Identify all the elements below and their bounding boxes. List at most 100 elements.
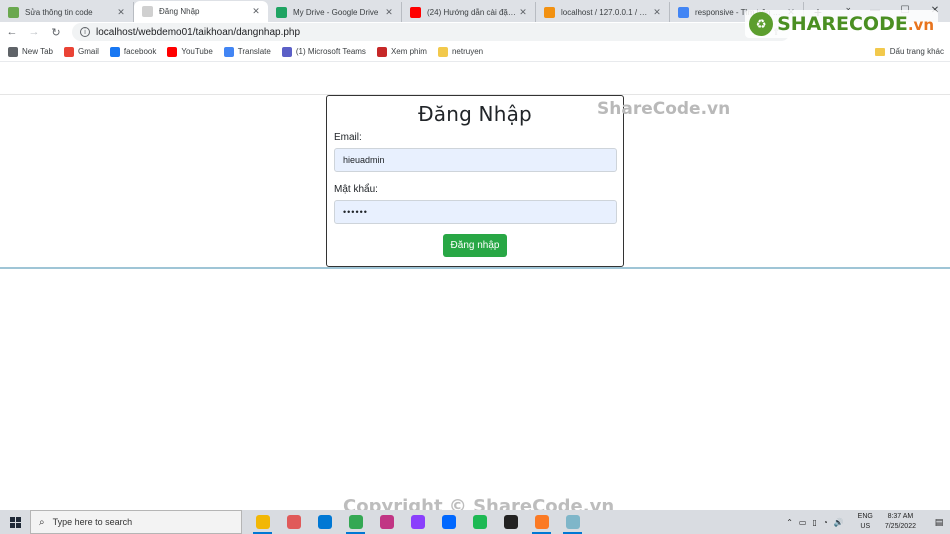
url-text: localhost/webdemo01/taikhoan/dangnhap.ph… [96, 26, 301, 38]
other-bookmarks[interactable]: Dấu trang khác [874, 47, 944, 56]
bookmark-item[interactable]: Translate [223, 46, 271, 57]
address-bar[interactable]: i localhost/webdemo01/taikhoan/dangnhap.… [72, 23, 790, 41]
login-form: Đăng Nhập Email: hieuadmin Mật khẩu: •••… [326, 95, 624, 267]
logo-text: SHARECODE.vn [777, 13, 934, 35]
bookmark-item[interactable]: YouTube [167, 46, 213, 57]
bookmark-label: netruyen [451, 47, 484, 56]
language-indicator[interactable]: ENG US [858, 512, 873, 532]
forward-button[interactable]: → [24, 22, 44, 42]
system-tray: ⌃▭▯◔🔊 ENG US 8:37 AM 7/25/2022 ▤ [786, 510, 950, 534]
taskbar-apps [247, 510, 588, 534]
taskbar-app[interactable] [247, 510, 278, 534]
taskbar-app[interactable] [309, 510, 340, 534]
teams-icon [281, 46, 292, 57]
snipping-tool-icon [286, 515, 301, 529]
tab-title: My Drive - Google Drive [293, 7, 379, 17]
sticky-notes-icon [503, 515, 518, 529]
taskbar-app[interactable] [402, 510, 433, 534]
bookmark-item[interactable]: (1) Microsoft Teams [281, 46, 366, 57]
google-icon [678, 6, 689, 18]
youtube-icon [410, 6, 421, 18]
tab-title: localhost / 127.0.0.1 / nhak [561, 7, 651, 17]
clock[interactable]: 8:37 AM 7/25/2022 [885, 512, 916, 532]
password-value: •••••• [343, 207, 368, 217]
notification-icon[interactable]: ▤ [928, 517, 950, 528]
email-label: Email: [334, 132, 362, 143]
tab-list: Sửa thông tin code ✕ Đăng Nhập ✕ My Drive - … [0, 1, 804, 22]
close-icon[interactable]: ✕ [250, 6, 262, 17]
close-icon[interactable]: ✕ [651, 7, 663, 18]
tray-icons[interactable]: ⌃▭▯◔🔊 [786, 518, 849, 527]
tab-title: (24) Hướng dẫn cài đặt full [427, 7, 517, 17]
bookmark-label: Translate [237, 47, 271, 56]
taskbar-app[interactable] [495, 510, 526, 534]
bookmark-list: New Tab Gmail facebook YouTube Translate (1) … [8, 46, 494, 57]
netruyen-icon [437, 46, 448, 57]
taskbar-app[interactable] [278, 510, 309, 534]
phpmyadmin-icon [544, 6, 555, 18]
spotify-icon [472, 515, 487, 529]
taskbar-app[interactable] [433, 510, 464, 534]
sharecode-logo: ♻ SHARECODE.vn [745, 10, 938, 38]
sharecode-logo-icon: ♻ [749, 12, 774, 36]
close-icon[interactable]: ✕ [383, 7, 395, 18]
watermark-side: ShareCode.vn [597, 99, 731, 119]
tab-3[interactable]: (24) Hướng dẫn cài đặt full ✕ [402, 2, 536, 22]
tab-4[interactable]: localhost / 127.0.0.1 / nhak ✕ [536, 2, 670, 22]
search-placeholder: Type here to search [52, 517, 133, 527]
taskbar-app[interactable] [526, 510, 557, 534]
zalo-icon [441, 515, 456, 529]
tab-title: Đăng Nhập [159, 7, 200, 16]
bookmark-item[interactable]: Xem phim [376, 46, 427, 57]
taskbar-app[interactable] [371, 510, 402, 534]
taskbar-app[interactable] [464, 510, 495, 534]
close-icon[interactable]: ✕ [517, 7, 529, 18]
translate-icon [223, 46, 234, 57]
back-button[interactable]: ← [2, 22, 22, 42]
bookmark-label: (1) Microsoft Teams [295, 47, 366, 56]
password-field[interactable]: •••••• [334, 200, 617, 224]
bookmark-label: New Tab [22, 47, 53, 56]
bookmark-label: facebook [123, 47, 157, 56]
file-explorer-icon [255, 515, 270, 529]
taskbar-app[interactable] [557, 510, 588, 534]
messenger-icon [410, 515, 425, 529]
site-info-icon[interactable]: i [80, 27, 90, 37]
globe-icon [8, 46, 18, 57]
tab-title: Sửa thông tin code [25, 7, 93, 17]
bookmark-item[interactable]: Gmail [63, 46, 99, 57]
login-title: Đăng Nhập [418, 102, 532, 126]
close-icon[interactable]: ✕ [115, 7, 127, 18]
tab-2[interactable]: My Drive - Google Drive ✕ [268, 2, 402, 22]
windows-taskbar: ⌕ Type here to search ⌃▭▯◔🔊 ENG US 8:37 … [0, 510, 950, 534]
windows-logo-icon [9, 516, 21, 528]
vscode-icon [317, 515, 332, 529]
login-button[interactable]: Đăng nhập [442, 234, 508, 257]
drive-icon [276, 6, 287, 18]
search-icon: ⌕ [39, 516, 45, 528]
app-icon [565, 515, 580, 529]
taskbar-search[interactable]: ⌕ Type here to search [30, 510, 242, 534]
bookmark-item[interactable]: netruyen [437, 46, 484, 57]
sharecode-icon [8, 6, 19, 18]
xampp-icon [534, 515, 549, 529]
tab-1[interactable]: Đăng Nhập ✕ [134, 1, 268, 22]
bookmark-item[interactable]: New Tab [8, 46, 53, 57]
facebook-icon [109, 46, 120, 57]
email-field[interactable]: hieuadmin [334, 148, 617, 172]
section-divider [0, 267, 950, 269]
bookmark-label: YouTube [181, 47, 213, 56]
reload-button[interactable]: ↻ [46, 22, 66, 42]
start-button[interactable] [0, 510, 30, 534]
bookmark-label: Xem phim [390, 47, 427, 56]
bookmark-item[interactable]: facebook [109, 46, 157, 57]
other-bookmarks-label: Dấu trang khác [889, 47, 944, 56]
page-icon [142, 6, 153, 17]
submit-wrap: Đăng nhập [334, 234, 616, 257]
password-label: Mật khẩu: [334, 184, 378, 195]
taskbar-app[interactable] [340, 510, 371, 534]
instagram-icon [379, 515, 394, 529]
chrome-icon [348, 515, 363, 529]
folder-icon [874, 47, 885, 56]
tab-0[interactable]: Sửa thông tin code ✕ [0, 2, 134, 22]
